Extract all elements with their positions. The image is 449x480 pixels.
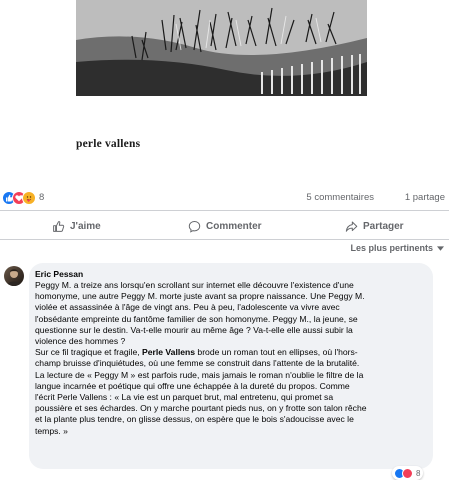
comment-line: l'obsédante empreinte du fantôme familie… <box>35 313 358 324</box>
comment-line: et la plante plus tendre, on glisse dess… <box>35 414 354 425</box>
comment-line: questionne sur le destin. Va-t-elle mour… <box>35 324 353 335</box>
comment-button[interactable]: Commenter <box>188 215 262 237</box>
cover-author-name: perle vallens <box>76 138 141 150</box>
comment-line: Peggy M. a treize ans lorsqu'en scrollan… <box>35 280 354 290</box>
comment-sort-dropdown[interactable]: Les plus pertinents <box>350 243 444 253</box>
comment-text: Peggy M. a treize ans lorsqu'en scrollan… <box>35 280 424 437</box>
thumbs-up-icon <box>53 220 65 232</box>
care-icon <box>22 191 36 205</box>
sort-label: Les plus pertinents <box>350 243 433 253</box>
comment-line: La lecture de « Peggy M » est parfois ru… <box>35 369 364 380</box>
comment-bubble: Eric Pessan Peggy M. a treize ans lorsqu… <box>29 263 433 469</box>
share-button-label: Partager <box>363 220 404 232</box>
divider <box>0 239 449 240</box>
avatar[interactable] <box>4 266 24 286</box>
like-button-label: J'aime <box>70 220 101 232</box>
book-cover-photo <box>76 0 367 96</box>
comment-line: temps. » <box>35 425 68 436</box>
comment-line: homonyme, une autre Peggy M. morte juste… <box>35 291 365 302</box>
comment-line: violence des hommes ? <box>35 336 126 347</box>
caret-down-icon <box>437 245 444 251</box>
comment-line: langue incarnée et poétique qui offre un… <box>35 380 350 391</box>
comment-line: Sur ce fil tragique et fragile, <box>35 347 142 358</box>
comment-line: brode un roman tout en ellipses, où l'ho… <box>195 347 358 358</box>
comment-line: violée et assassinée à l'âge de vingt an… <box>35 302 340 313</box>
comment-bubble-icon <box>188 220 201 233</box>
comment-line: l'écrit Perle Vallens : « La vie est un … <box>35 392 334 403</box>
comment-author[interactable]: Eric Pessan <box>35 268 424 280</box>
dune-illustration <box>76 0 367 96</box>
comment-line: poussière et ses échardes. On y marche p… <box>35 403 367 414</box>
like-button[interactable]: J'aime <box>52 215 101 237</box>
comments-count[interactable]: 5 commentaires <box>306 192 374 203</box>
reaction-count[interactable]: 8 <box>39 192 44 203</box>
comment-button-label: Commenter <box>206 220 262 232</box>
shares-count[interactable]: 1 partage <box>405 192 445 203</box>
share-arrow-icon <box>345 221 358 232</box>
comment-reactions[interactable]: 8 <box>392 466 424 480</box>
share-button[interactable]: Partager <box>345 215 404 237</box>
author-mention: Perle Vallens <box>142 347 196 358</box>
love-icon <box>402 468 413 479</box>
divider <box>0 210 449 211</box>
comment-line: champ bruisse d'inquiétudes, où une femm… <box>35 358 360 369</box>
reactions-summary: 8 5 commentaires 1 partage <box>0 189 449 207</box>
